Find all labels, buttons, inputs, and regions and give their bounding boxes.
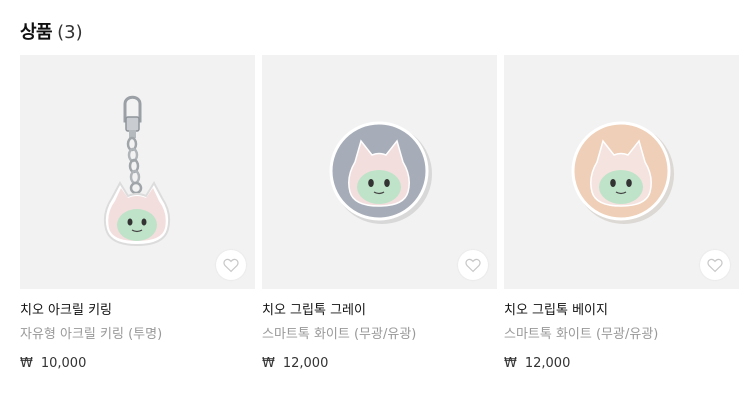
product-price: ₩ 12,000: [262, 354, 497, 372]
heart-icon: [465, 258, 481, 273]
like-button[interactable]: [216, 250, 246, 280]
section-header: 상품 (3): [20, 18, 83, 44]
product-subtitle: 스마트톡 화이트 (무광/유광): [262, 327, 417, 342]
heart-icon: [707, 258, 723, 273]
product-card-keyring[interactable]: 치오 아크릴 키링 자유형 아크릴 키링 (투명) ₩ 10,000: [20, 55, 255, 372]
currency-symbol: ₩: [504, 355, 517, 371]
product-card-griptok-gray[interactable]: 치오 그립톡 그레이 스마트톡 화이트 (무광/유광) ₩ 12,000: [262, 55, 497, 372]
price-value: 12,000: [282, 355, 329, 371]
product-image[interactable]: [504, 55, 739, 289]
product-subtitle: 자유형 아크릴 키링 (투명): [20, 327, 163, 342]
currency-symbol: ₩: [262, 355, 275, 371]
product-title[interactable]: 치오 그립톡 베이지: [504, 302, 739, 320]
product-grid: 치오 아크릴 키링 자유형 아크릴 키링 (투명) ₩ 10,000 치오 그립…: [20, 55, 739, 372]
like-button[interactable]: [458, 250, 488, 280]
section-title: 상품: [20, 22, 53, 43]
product-subtitle: 스마트톡 화이트 (무광/유광): [504, 327, 659, 342]
currency-symbol: ₩: [20, 355, 33, 371]
like-button[interactable]: [700, 250, 730, 280]
heart-icon: [223, 258, 239, 273]
product-title[interactable]: 치오 그립톡 그레이: [262, 302, 497, 320]
section-count: (3): [57, 22, 83, 43]
product-image[interactable]: [20, 55, 255, 289]
product-card-griptok-beige[interactable]: 치오 그립톡 베이지 스마트톡 화이트 (무광/유광) ₩ 12,000: [504, 55, 739, 372]
product-price: ₩ 10,000: [20, 354, 255, 372]
price-value: 12,000: [524, 355, 571, 371]
product-title[interactable]: 치오 아크릴 키링: [20, 302, 255, 320]
product-price: ₩ 12,000: [504, 354, 739, 372]
product-image[interactable]: [262, 55, 497, 289]
price-value: 10,000: [40, 355, 87, 371]
